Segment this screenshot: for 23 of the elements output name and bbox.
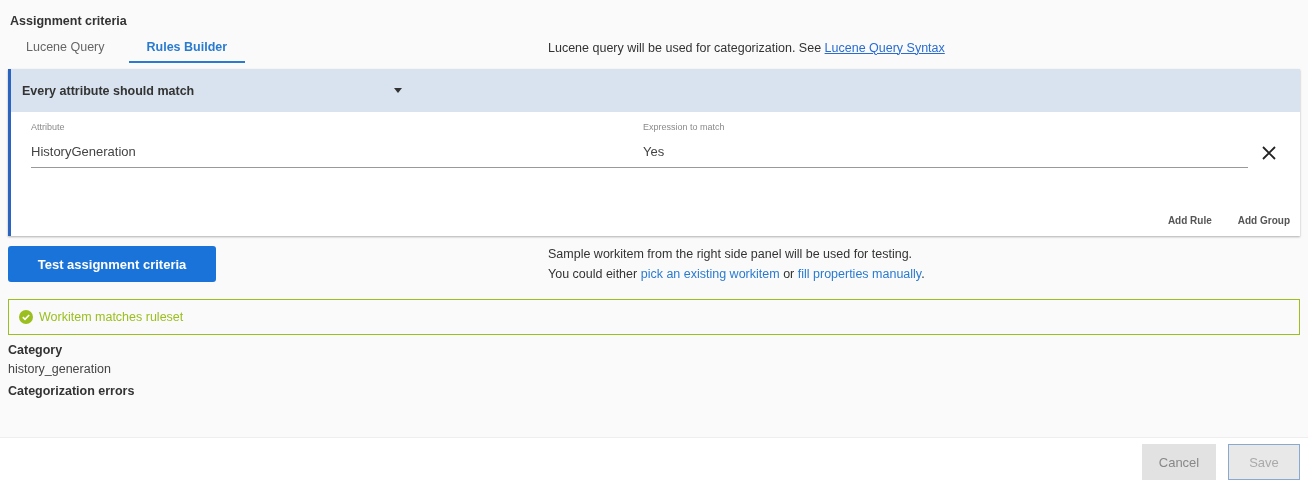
action-button[interactable]: Add Group <box>1237 215 1290 226</box>
close-icon[interactable] <box>1262 146 1276 160</box>
period-text: . <box>921 267 925 281</box>
category-label: Category <box>8 343 64 357</box>
match-mode-dropdown[interactable]: Every attribute should match <box>22 83 403 98</box>
test-button[interactable]: Test assignment criteria <box>8 246 216 282</box>
hint-text: You could either <box>548 267 638 281</box>
section-title: Assignment criteria <box>10 14 128 28</box>
syntax-link[interactable]: Lucene Query Syntax <box>824 40 945 55</box>
expression-field[interactable]: Expression to match Yes <box>591 122 1248 168</box>
category-value: history_generation <box>8 362 112 376</box>
tab[interactable]: Lucene Query <box>8 32 123 63</box>
hint-text: Lucene query will be used for categorization. See <box>548 40 822 55</box>
check-icon <box>19 310 33 324</box>
tab[interactable]: Rules Builder <box>128 32 246 63</box>
errors-label: Categorization errors <box>8 384 136 398</box>
hint-text: or <box>783 267 795 281</box>
result-text: Workitem matches ruleset <box>39 310 184 324</box>
action-button[interactable]: Add Rule <box>1167 215 1212 226</box>
attribute-field[interactable]: Attribute HistoryGeneration <box>31 122 591 168</box>
pick-link[interactable]: pick an existing workitem <box>640 267 780 281</box>
caret-icon <box>394 88 403 93</box>
hint-text: Sample workitem from the right side panel will be used for testing. <box>548 246 914 263</box>
